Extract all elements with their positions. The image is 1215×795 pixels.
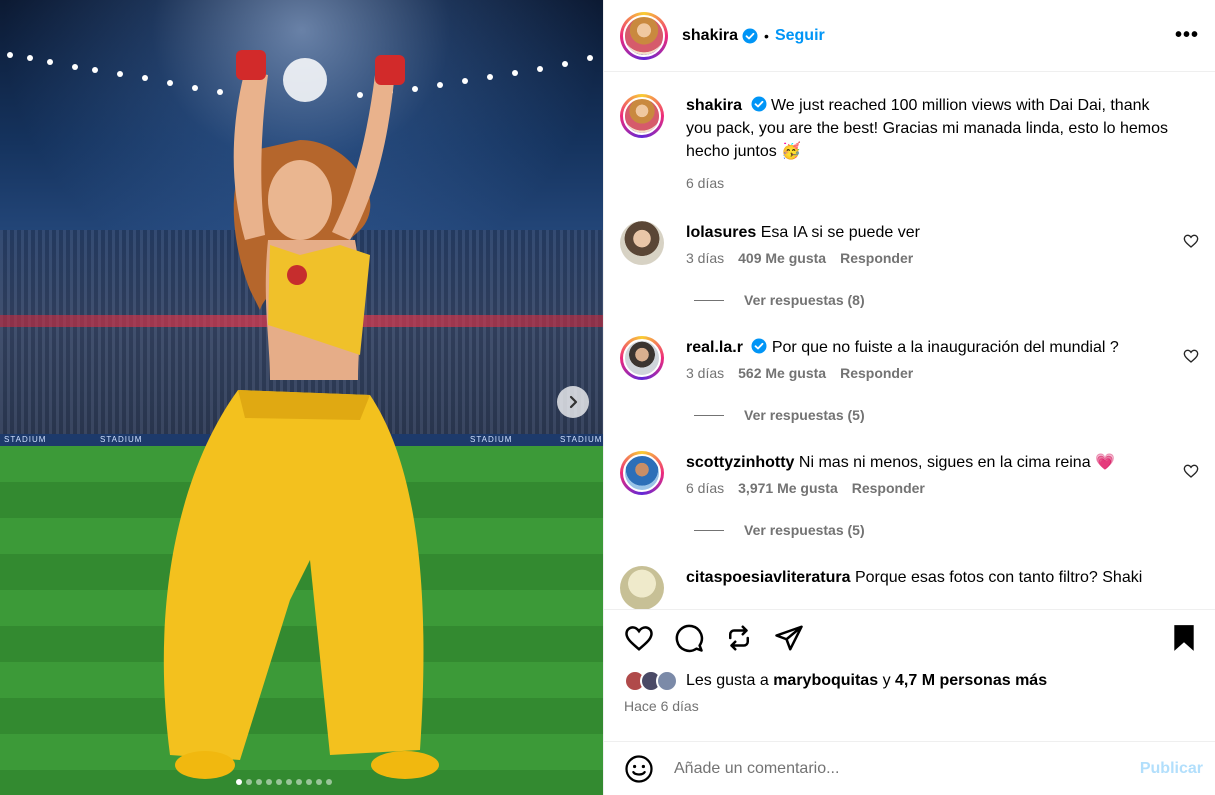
comment-item: citaspoesiavliteratura Porque esas fotos… bbox=[620, 566, 1199, 609]
comment-likes[interactable]: 3,971 Me gusta bbox=[738, 480, 838, 496]
like-comment-heart-icon[interactable] bbox=[1183, 463, 1199, 479]
replies-line bbox=[694, 414, 724, 416]
view-replies-label: Ver respuestas (5) bbox=[744, 407, 865, 423]
commenter-avatar[interactable] bbox=[620, 221, 664, 265]
add-comment-bar: Publicar bbox=[604, 741, 1215, 795]
like-comment-heart-icon[interactable] bbox=[1183, 233, 1199, 249]
comment-likes[interactable]: 409 Me gusta bbox=[738, 250, 826, 266]
liker-avatars[interactable] bbox=[624, 670, 678, 692]
comment-text: Ni mas ni menos, sigues en la cima reina… bbox=[798, 454, 1115, 471]
chevron-right-icon bbox=[569, 395, 578, 409]
comments-list[interactable]: shakira We just reached 100 million view… bbox=[604, 72, 1215, 609]
view-replies-label: Ver respuestas (8) bbox=[744, 292, 865, 308]
like-comment-heart-icon[interactable] bbox=[1183, 348, 1199, 364]
commenter-username[interactable]: lolasures bbox=[686, 224, 756, 241]
author-username[interactable]: shakira bbox=[682, 27, 738, 45]
comment-item: real.la.r Por que no fuiste a la inaugur… bbox=[620, 336, 1199, 381]
comment-text: Por que no fuiste a la inauguración del … bbox=[771, 339, 1119, 356]
reply-button[interactable]: Responder bbox=[840, 365, 913, 381]
view-replies-button[interactable]: Ver respuestas (8) bbox=[694, 292, 1199, 308]
carousel-indicator bbox=[236, 779, 332, 785]
post-caption: shakira We just reached 100 million view… bbox=[620, 94, 1199, 191]
commenter-avatar[interactable] bbox=[620, 451, 664, 495]
next-slide-button[interactable] bbox=[557, 386, 589, 418]
more-options-icon[interactable]: ••• bbox=[1175, 24, 1199, 47]
comment-bubble-icon[interactable] bbox=[674, 623, 704, 653]
post-media[interactable]: STADIUM STADIUM STADIUM STADIUM STADIUM bbox=[0, 0, 603, 795]
like-heart-icon[interactable] bbox=[624, 623, 654, 653]
carousel-dot bbox=[296, 779, 302, 785]
post-dialog: STADIUM STADIUM STADIUM STADIUM STADIUM bbox=[0, 0, 1215, 795]
commenter-username[interactable]: real.la.r bbox=[686, 339, 743, 356]
comment-time: 3 días bbox=[686, 250, 725, 266]
likes-middle: y bbox=[882, 672, 891, 689]
likes-prefix: Les gusta a bbox=[686, 672, 769, 689]
replies-line bbox=[694, 299, 724, 301]
carousel-dot bbox=[276, 779, 282, 785]
carousel-dot bbox=[266, 779, 272, 785]
carousel-dot bbox=[236, 779, 242, 785]
publish-button[interactable]: Publicar bbox=[1140, 760, 1203, 778]
carousel-dot bbox=[306, 779, 312, 785]
commenter-avatar[interactable] bbox=[620, 336, 664, 380]
view-replies-label: Ver respuestas (5) bbox=[744, 522, 865, 538]
repost-icon[interactable] bbox=[724, 623, 754, 653]
verified-badge-icon bbox=[751, 96, 766, 112]
save-bookmark-icon[interactable] bbox=[1169, 623, 1199, 653]
follow-button[interactable]: Seguir bbox=[775, 27, 825, 45]
likes-summary: Les gusta a maryboquitas y 4,7 M persona… bbox=[624, 670, 1199, 692]
reply-button[interactable]: Responder bbox=[840, 250, 913, 266]
comment-text: Esa IA si se puede ver bbox=[760, 224, 920, 241]
liker-username[interactable]: maryboquitas bbox=[773, 672, 878, 690]
caption-time: 6 días bbox=[686, 175, 725, 191]
comment-time: 6 días bbox=[686, 480, 725, 496]
replies-line bbox=[694, 529, 724, 531]
header-separator: • bbox=[764, 27, 769, 44]
caption-username[interactable]: shakira bbox=[686, 97, 742, 114]
share-paper-plane-icon[interactable] bbox=[774, 623, 804, 653]
comment-time: 3 días bbox=[686, 365, 725, 381]
commenter-avatar[interactable] bbox=[620, 566, 664, 609]
post-side-panel: shakira • Seguir ••• shakira We just rea… bbox=[603, 0, 1215, 795]
comment-input[interactable] bbox=[674, 759, 1140, 778]
author-avatar[interactable] bbox=[620, 11, 668, 60]
carousel-dot bbox=[256, 779, 262, 785]
comment-item: scottyzinhotty Ni mas ni menos, sigues e… bbox=[620, 451, 1199, 496]
view-replies-button[interactable]: Ver respuestas (5) bbox=[694, 522, 1199, 538]
carousel-dot bbox=[246, 779, 252, 785]
caption-avatar[interactable] bbox=[620, 94, 664, 138]
emoji-icon[interactable] bbox=[624, 754, 654, 784]
carousel-dot bbox=[286, 779, 292, 785]
post-actions: Les gusta a maryboquitas y 4,7 M persona… bbox=[604, 609, 1215, 741]
comment-likes[interactable]: 562 Me gusta bbox=[738, 365, 826, 381]
commenter-username[interactable]: scottyzinhotty bbox=[686, 454, 794, 471]
verified-badge-icon bbox=[742, 28, 758, 43]
dancer-figure bbox=[163, 50, 439, 779]
reply-button[interactable]: Responder bbox=[852, 480, 925, 496]
view-replies-button[interactable]: Ver respuestas (5) bbox=[694, 407, 1199, 423]
comment-text: Porque esas fotos con tanto filtro? Shak… bbox=[854, 569, 1143, 586]
commenter-username[interactable]: citaspoesiavliteratura bbox=[686, 569, 851, 586]
comment-item: lolasures Esa IA si se puede ver 3 días … bbox=[620, 221, 1199, 266]
post-time: Hace 6 días bbox=[624, 698, 699, 714]
carousel-dot bbox=[326, 779, 332, 785]
likes-count[interactable]: 4,7 M personas más bbox=[895, 672, 1047, 690]
verified-badge-icon bbox=[751, 338, 767, 354]
carousel-dot bbox=[316, 779, 322, 785]
post-header: shakira • Seguir ••• bbox=[604, 0, 1215, 72]
